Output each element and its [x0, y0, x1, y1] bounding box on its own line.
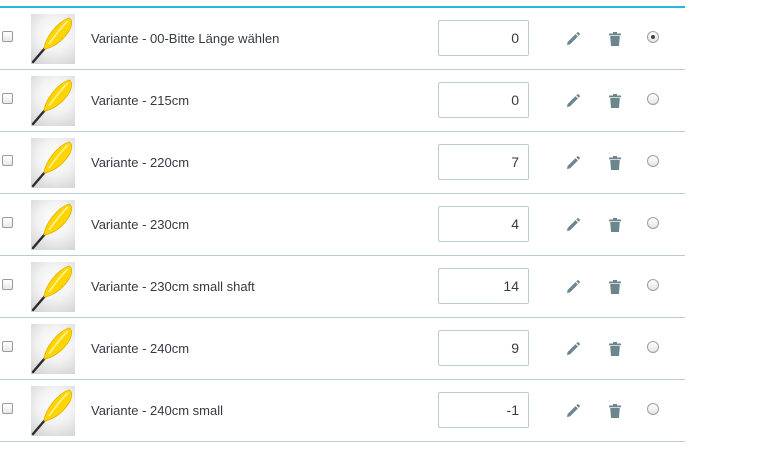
- row-checkbox[interactable]: [2, 403, 13, 414]
- trash-icon[interactable]: [609, 218, 621, 232]
- pencil-icon[interactable]: [566, 156, 580, 170]
- trash-icon[interactable]: [609, 94, 621, 108]
- variant-name: Variante - 240cm: [91, 341, 190, 356]
- variant-name: Variante - 220cm: [91, 155, 190, 170]
- table-row: Variante - 215cm: [0, 70, 685, 132]
- default-variant-radio[interactable]: [647, 279, 659, 291]
- row-checkbox[interactable]: [2, 31, 13, 42]
- table-row: Variante - 240cm: [0, 318, 685, 380]
- default-variant-radio[interactable]: [647, 155, 659, 167]
- table-row: Variante - 240cm small: [0, 380, 685, 442]
- paddle-thumbnail: [31, 76, 75, 126]
- paddle-thumbnail: [31, 200, 75, 250]
- variant-name: Variante - 230cm: [91, 217, 190, 232]
- variants-table: Variante - 00-Bitte Länge wählen Variante…: [0, 6, 685, 442]
- variant-name: Variante - 215cm: [91, 93, 190, 108]
- trash-icon[interactable]: [609, 342, 621, 356]
- quantity-input[interactable]: [438, 268, 529, 304]
- quantity-input[interactable]: [438, 206, 529, 242]
- default-variant-radio[interactable]: [647, 341, 659, 353]
- paddle-thumbnail: [31, 14, 75, 64]
- pencil-icon[interactable]: [566, 342, 580, 356]
- pencil-icon[interactable]: [566, 404, 580, 418]
- variant-name: Variante - 230cm small shaft: [91, 279, 255, 294]
- pencil-icon[interactable]: [566, 94, 580, 108]
- default-variant-radio[interactable]: [647, 93, 659, 105]
- default-variant-radio[interactable]: [647, 217, 659, 229]
- quantity-input[interactable]: [438, 144, 529, 180]
- quantity-input[interactable]: [438, 82, 529, 118]
- row-checkbox[interactable]: [2, 341, 13, 352]
- default-variant-radio[interactable]: [647, 31, 659, 43]
- row-checkbox[interactable]: [2, 217, 13, 228]
- default-variant-radio[interactable]: [647, 403, 659, 415]
- paddle-thumbnail: [31, 262, 75, 312]
- quantity-input[interactable]: [438, 330, 529, 366]
- table-row: Variante - 230cm: [0, 194, 685, 256]
- paddle-thumbnail: [31, 386, 75, 436]
- table-row: Variante - 230cm small shaft: [0, 256, 685, 318]
- table-row: Variante - 00-Bitte Länge wählen: [0, 8, 685, 70]
- paddle-thumbnail: [31, 324, 75, 374]
- pencil-icon[interactable]: [566, 280, 580, 294]
- trash-icon[interactable]: [609, 156, 621, 170]
- pencil-icon[interactable]: [566, 32, 580, 46]
- table-row: Variante - 220cm: [0, 132, 685, 194]
- quantity-input[interactable]: [438, 392, 529, 428]
- row-checkbox[interactable]: [2, 279, 13, 290]
- trash-icon[interactable]: [609, 404, 621, 418]
- variant-name: Variante - 240cm small: [91, 403, 223, 418]
- row-checkbox[interactable]: [2, 93, 13, 104]
- pencil-icon[interactable]: [566, 218, 580, 232]
- variant-name: Variante - 00-Bitte Länge wählen: [91, 31, 280, 46]
- quantity-input[interactable]: [438, 20, 529, 56]
- paddle-thumbnail: [31, 138, 75, 188]
- trash-icon[interactable]: [609, 280, 621, 294]
- trash-icon[interactable]: [609, 32, 621, 46]
- row-checkbox[interactable]: [2, 155, 13, 166]
